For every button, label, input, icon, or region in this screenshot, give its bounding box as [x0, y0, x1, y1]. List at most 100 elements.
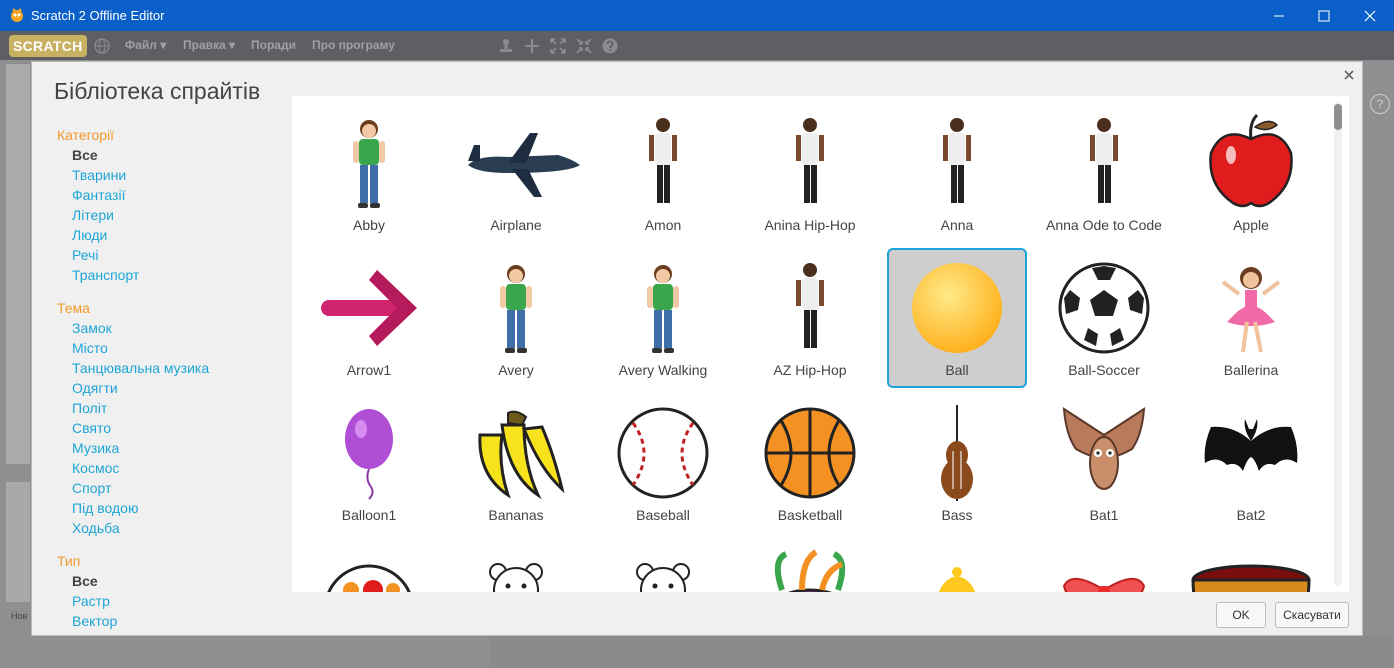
sprite-tile[interactable] — [593, 538, 733, 592]
sprite-tile[interactable]: Bass — [887, 393, 1027, 533]
theme-item[interactable]: Замок — [57, 318, 292, 338]
theme-item[interactable]: Музика — [57, 438, 292, 458]
sprite-tile[interactable]: Arrow1 — [299, 248, 439, 388]
ball-sprite-icon — [909, 260, 1005, 356]
basketball-sprite-icon — [762, 405, 858, 501]
sprite-name: Ballerina — [1223, 362, 1279, 378]
sprite-tile[interactable]: Balloon1 — [299, 393, 439, 533]
sprite-tile[interactable]: Avery Walking — [593, 248, 733, 388]
sprite-tile[interactable]: Abby — [299, 103, 439, 243]
sprite-tile[interactable]: Ball — [887, 248, 1027, 388]
sprite-tile[interactable]: Bat1 — [1034, 393, 1174, 533]
background-new-sprite-label: Нов — [11, 611, 28, 621]
dialog-close-icon[interactable] — [1342, 68, 1356, 82]
sprite-name: Airplane — [490, 217, 542, 233]
sprite-tile[interactable]: Anina Hip-Hop — [740, 103, 880, 243]
window-title: Scratch 2 Offline Editor — [31, 8, 165, 23]
sprite-tile[interactable] — [1181, 538, 1321, 592]
cut-scissors-icon[interactable] — [524, 38, 540, 54]
dialog-title: Бібліотека спрайтів — [54, 78, 261, 104]
minimize-button[interactable] — [1256, 0, 1302, 31]
sprite-tile[interactable]: Bananas — [446, 393, 586, 533]
girl-sprite-icon — [321, 115, 417, 211]
grow-icon[interactable] — [550, 38, 566, 54]
sprite-tile[interactable]: Baseball — [593, 393, 733, 533]
globe-icon[interactable] — [94, 38, 110, 54]
sprite-tile[interactable]: Airplane — [446, 103, 586, 243]
duplicate-stamp-icon[interactable] — [498, 38, 514, 54]
theme-item[interactable]: Під водою — [57, 498, 292, 518]
maximize-button[interactable] — [1301, 0, 1347, 31]
theme-item[interactable]: Свято — [57, 418, 292, 438]
maximize-icon — [1318, 10, 1330, 21]
ok-button[interactable]: OK — [1216, 602, 1266, 628]
sprite-tile[interactable] — [299, 538, 439, 592]
soccer-ball-sprite-icon — [1056, 260, 1152, 356]
category-item[interactable]: Люди — [57, 225, 292, 245]
sprite-name: Anna Ode to Code — [1046, 217, 1162, 233]
theme-item[interactable]: Танцювальна музика — [57, 358, 292, 378]
filter-sidebar: Категорії Все Тварини Фантазії Літери Люди Ре… — [57, 125, 292, 644]
sprite-tile[interactable]: AZ Hip-Hop — [740, 248, 880, 388]
scratch-logo[interactable]: SCRATCH — [9, 35, 87, 57]
sprite-grid[interactable]: Abby Airplane Amon Anina Hip-Hop Anna Anna Od… — [292, 96, 1349, 592]
type-item[interactable]: Растр — [57, 591, 292, 611]
beetle-sprite-icon — [762, 549, 858, 592]
airplane-sprite-icon — [468, 115, 580, 211]
menu-about[interactable]: Про програму — [312, 38, 395, 52]
menu-edit[interactable]: Правка ▾ — [183, 38, 235, 52]
menu-file[interactable]: Файл ▾ — [125, 38, 166, 52]
sprite-name: Ball — [945, 362, 969, 378]
girl-sprite-icon — [468, 260, 564, 356]
bowl-sprite-icon — [1191, 550, 1311, 592]
sprite-tile[interactable] — [1034, 538, 1174, 592]
category-item[interactable]: Тварини — [57, 165, 292, 185]
sprite-tile[interactable]: Amon — [593, 103, 733, 243]
sprite-tile[interactable] — [887, 538, 1027, 592]
category-item[interactable]: Фантазії — [57, 185, 292, 205]
sprite-tile[interactable]: Bat2 — [1181, 393, 1321, 533]
shrink-icon[interactable] — [576, 38, 592, 54]
theme-item[interactable]: Одягти — [57, 378, 292, 398]
bass-sprite-icon — [909, 405, 1005, 501]
type-filter-group: Тип Все Растр Вектор — [57, 551, 292, 631]
category-item[interactable]: Літери — [57, 205, 292, 225]
type-item[interactable]: Все — [57, 571, 292, 591]
scrollbar-thumb[interactable] — [1334, 104, 1342, 130]
sprite-tile[interactable]: Basketball — [740, 393, 880, 533]
background-sprite-panel — [6, 64, 30, 464]
bell-sprite-icon — [909, 550, 1005, 592]
menu-tips[interactable]: Поради — [251, 38, 296, 52]
dancer-sprite-icon — [615, 115, 711, 211]
category-item[interactable]: Все — [57, 145, 292, 165]
help-icon[interactable] — [602, 38, 618, 54]
dancer-sprite-icon — [762, 260, 858, 356]
cancel-button[interactable]: Скасувати — [1275, 602, 1349, 628]
sprite-tile[interactable] — [446, 538, 586, 592]
sprite-tile[interactable]: Anna — [887, 103, 1027, 243]
sprite-tile[interactable] — [740, 538, 880, 592]
close-window-button[interactable] — [1347, 0, 1393, 31]
apple-sprite-icon — [1203, 113, 1299, 211]
sprite-tile[interactable]: Ball-Soccer — [1034, 248, 1174, 388]
theme-item[interactable]: Ходьба — [57, 518, 292, 538]
category-item[interactable]: Речі — [57, 245, 292, 265]
sprite-tile[interactable]: Avery — [446, 248, 586, 388]
scratch-cat-icon — [11, 8, 23, 22]
theme-item[interactable]: Політ — [57, 398, 292, 418]
sprite-name: Amon — [644, 217, 682, 233]
sprite-tile[interactable]: Ballerina — [1181, 248, 1321, 388]
sprite-library-dialog: Бібліотека спрайтів Категорії Все Тварини… — [31, 61, 1363, 636]
theme-item[interactable]: Місто — [57, 338, 292, 358]
theme-item[interactable]: Спорт — [57, 478, 292, 498]
sprite-name: Ball-Soccer — [1068, 362, 1140, 378]
type-item[interactable]: Вектор — [57, 611, 292, 631]
sprite-tile[interactable]: Apple — [1181, 103, 1321, 243]
theme-item[interactable]: Космос — [57, 458, 292, 478]
bat-sprite-icon — [1056, 405, 1152, 501]
sprite-tile[interactable]: Anna Ode to Code — [1034, 103, 1174, 243]
girl-sprite-icon — [615, 260, 711, 356]
sprite-grid-scrollbar[interactable] — [1334, 102, 1342, 586]
sprite-name: Anna — [940, 217, 974, 233]
category-item[interactable]: Транспорт — [57, 265, 292, 285]
